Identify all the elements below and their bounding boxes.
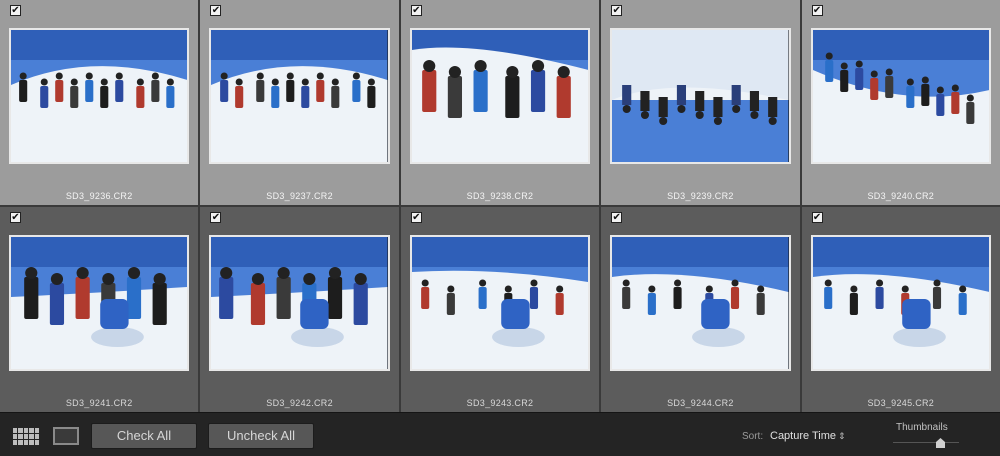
- thumbnail-image[interactable]: [409, 235, 591, 371]
- check-icon[interactable]: ✔: [10, 5, 21, 16]
- sort-label: Sort:: [742, 431, 764, 442]
- grid-cell[interactable]: ✔ SD3_9245.CR2: [801, 207, 1000, 412]
- grid-cell[interactable]: ✔ SD3_9241.CR2: [0, 207, 199, 412]
- filename-label: SD3_9244.CR2: [667, 398, 734, 408]
- thumbnail-grid: ✔ SD3_9236.CR2 ✔ SD3_9237.CR2 ✔ SD3_9238.CR2 ✔…: [0, 0, 1000, 412]
- thumbnail-image[interactable]: [810, 28, 991, 164]
- thumbnail-image[interactable]: [810, 235, 991, 371]
- grid-cell[interactable]: ✔ SD3_9236.CR2: [0, 0, 199, 205]
- filename-label: SD3_9239.CR2: [667, 191, 734, 201]
- filename-label: SD3_9238.CR2: [466, 191, 534, 201]
- grid-cell[interactable]: ✔ SD3_9243.CR2: [400, 207, 600, 412]
- thumbnail-size-slider[interactable]: [893, 442, 959, 443]
- grid-cell[interactable]: ✔ SD3_9242.CR2: [200, 207, 399, 412]
- uncheck-all-button[interactable]: Uncheck All: [208, 423, 314, 449]
- sort-select[interactable]: Capture Time: [770, 430, 836, 442]
- check-icon[interactable]: ✔: [410, 212, 422, 223]
- thumbnail-image[interactable]: [9, 28, 190, 164]
- toolbar: Check All Uncheck All Sort: Capture Time…: [0, 412, 1000, 456]
- grid-cell[interactable]: ✔ SD3_9237.CR2: [200, 0, 399, 205]
- filename-label: SD3_9236.CR2: [65, 191, 133, 201]
- check-icon[interactable]: ✔: [10, 212, 21, 223]
- slider-handle[interactable]: [936, 438, 946, 448]
- grid-cell[interactable]: ✔ SD3_9239.CR2: [601, 0, 800, 205]
- check-all-button[interactable]: Check All: [91, 423, 197, 449]
- check-icon[interactable]: ✔: [410, 5, 422, 16]
- check-icon[interactable]: ✔: [811, 212, 823, 223]
- grid-view-icon[interactable]: [13, 428, 39, 445]
- grid-cell[interactable]: ✔ SD3_9240.CR2: [801, 0, 1000, 205]
- thumbnail-image[interactable]: [409, 28, 591, 164]
- thumbnail-image[interactable]: [610, 235, 791, 371]
- check-icon[interactable]: ✔: [210, 212, 222, 223]
- grid-cell[interactable]: ✔ SD3_9238.CR2: [400, 0, 600, 205]
- thumbnail-image[interactable]: [610, 28, 791, 164]
- check-icon[interactable]: ✔: [210, 5, 222, 16]
- filename-label: SD3_9241.CR2: [65, 398, 133, 408]
- thumbnail-image[interactable]: [9, 235, 190, 371]
- check-icon[interactable]: ✔: [811, 5, 823, 16]
- filename-label: SD3_9243.CR2: [466, 398, 534, 408]
- loupe-view-icon[interactable]: [53, 427, 79, 445]
- filename-label: SD3_9245.CR2: [867, 398, 935, 408]
- filename-label: SD3_9242.CR2: [266, 398, 333, 408]
- check-icon[interactable]: ✔: [611, 212, 623, 223]
- filename-label: SD3_9237.CR2: [266, 191, 333, 201]
- thumbnail-image[interactable]: [209, 235, 390, 371]
- thumbnail-image[interactable]: [209, 28, 390, 164]
- thumbnails-label: Thumbnails: [896, 422, 948, 433]
- sort-arrows-icon[interactable]: ⇕: [838, 431, 846, 442]
- filename-label: SD3_9240.CR2: [867, 191, 935, 201]
- grid-cell[interactable]: ✔ SD3_9244.CR2: [601, 207, 800, 412]
- check-icon[interactable]: ✔: [611, 5, 623, 16]
